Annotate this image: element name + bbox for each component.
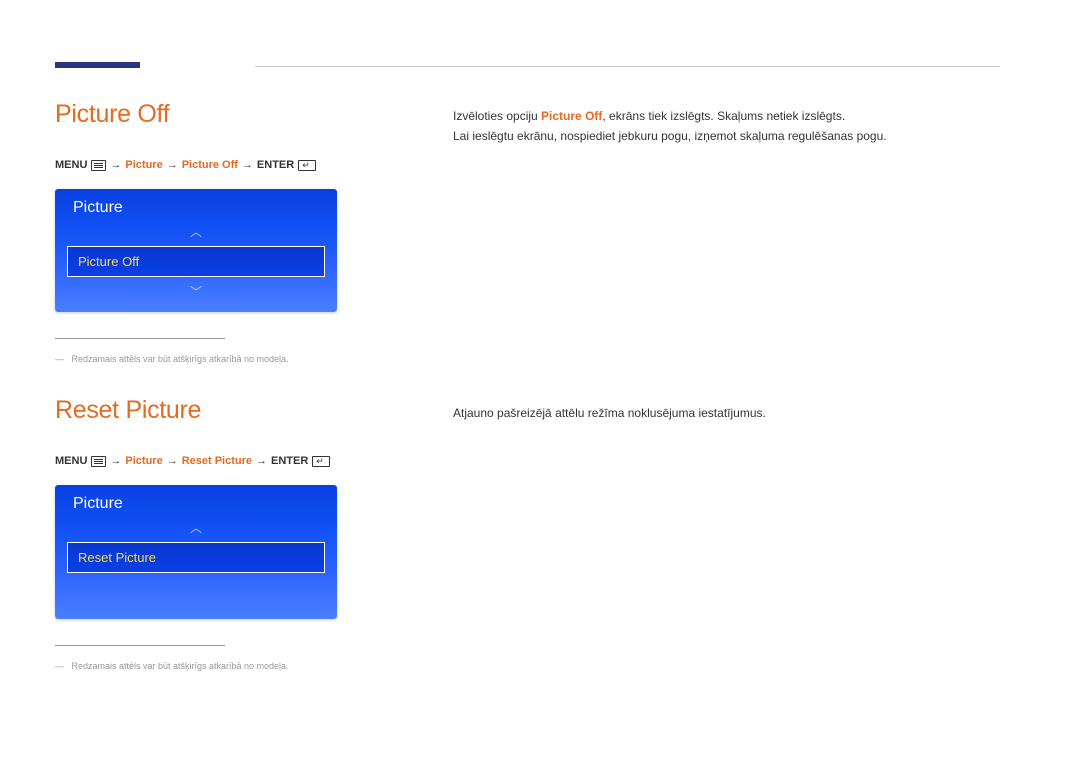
section-reset-picture-left: Reset Picture MENU → Picture → Reset Pic… bbox=[55, 396, 415, 674]
arrow-right-icon: → bbox=[242, 159, 253, 171]
breadcrumb-enter-label: ENTER bbox=[257, 159, 294, 171]
breadcrumb-item-picture: Picture bbox=[125, 159, 162, 171]
enter-icon bbox=[312, 456, 330, 467]
chevron-down-icon[interactable]: ﹀ bbox=[190, 283, 202, 300]
body-text-line2: Lai ieslēgtu ekrānu, nospiediet jebkuru … bbox=[453, 126, 998, 146]
breadcrumb-picture-off: MENU → Picture → Picture Off → ENTER bbox=[55, 159, 415, 171]
breadcrumb-menu-label: MENU bbox=[55, 455, 87, 467]
body-text-line1: Atjauno pašreizējā attēlu režīma noklusē… bbox=[453, 403, 998, 423]
menu-panel-header: Picture bbox=[55, 485, 337, 517]
arrow-right-icon: → bbox=[256, 455, 267, 467]
disclaimer-separator bbox=[55, 645, 225, 646]
menu-panel-reset-picture: Picture ︿ Reset Picture bbox=[55, 485, 337, 619]
arrow-right-icon: → bbox=[167, 159, 178, 171]
section-picture-off-description: Izvēloties opciju Picture Off, ekrāns ti… bbox=[453, 106, 998, 147]
disclaimer-row: ― Redzamais attēls var būt atšķirīgs atk… bbox=[55, 349, 415, 367]
menu-icon bbox=[91, 456, 106, 467]
chevron-up-icon[interactable]: ︿ bbox=[190, 223, 202, 240]
disclaimer-text: Redzamais attēls var būt atšķirīgs atkar… bbox=[71, 661, 288, 671]
menu-selected-item-picture-off[interactable]: Picture Off bbox=[67, 246, 325, 277]
header-divider-line bbox=[255, 66, 1000, 67]
breadcrumb-reset-picture: MENU → Picture → Reset Picture → ENTER bbox=[55, 455, 415, 467]
menu-panel-header: Picture bbox=[55, 189, 337, 221]
arrow-right-icon: → bbox=[110, 455, 121, 467]
breadcrumb-item-reset-picture: Reset Picture bbox=[182, 455, 252, 467]
body-highlight: Picture Off bbox=[541, 109, 602, 123]
disclaimer-dash: ― bbox=[55, 354, 64, 364]
section-title-reset-picture: Reset Picture bbox=[55, 396, 415, 425]
breadcrumb-item-picture: Picture bbox=[125, 455, 162, 467]
enter-icon bbox=[298, 160, 316, 171]
section-title-picture-off: Picture Off bbox=[55, 100, 415, 129]
menu-selected-item-reset-picture[interactable]: Reset Picture bbox=[67, 542, 325, 573]
breadcrumb-enter-label: ENTER bbox=[271, 455, 308, 467]
header-accent-bar bbox=[55, 62, 140, 68]
menu-icon bbox=[91, 160, 106, 171]
section-reset-picture-description: Atjauno pašreizējā attēlu režīma noklusē… bbox=[453, 403, 998, 423]
disclaimer-text: Redzamais attēls var būt atšķirīgs atkar… bbox=[71, 354, 288, 364]
body-suffix: , ekrāns tiek izslēgts. Skaļums netiek i… bbox=[602, 109, 845, 123]
arrow-right-icon: → bbox=[110, 159, 121, 171]
disclaimer-row: ― Redzamais attēls var būt atšķirīgs atk… bbox=[55, 656, 415, 674]
breadcrumb-item-picture-off: Picture Off bbox=[182, 159, 238, 171]
arrow-right-icon: → bbox=[167, 455, 178, 467]
arrow-down-holder: ﹀ bbox=[55, 281, 337, 302]
body-prefix: Izvēloties opciju bbox=[453, 109, 541, 123]
disclaimer-separator bbox=[55, 338, 225, 339]
chevron-up-icon[interactable]: ︿ bbox=[190, 519, 202, 536]
arrow-up-holder: ︿ bbox=[55, 517, 337, 538]
disclaimer-dash: ― bbox=[55, 661, 64, 671]
section-picture-off-left: Picture Off MENU → Picture → Picture Off… bbox=[55, 100, 415, 367]
breadcrumb-menu-label: MENU bbox=[55, 159, 87, 171]
body-text-line1: Izvēloties opciju Picture Off, ekrāns ti… bbox=[453, 106, 998, 126]
menu-panel-picture-off: Picture ︿ Picture Off ﹀ bbox=[55, 189, 337, 312]
arrow-up-holder: ︿ bbox=[55, 221, 337, 242]
